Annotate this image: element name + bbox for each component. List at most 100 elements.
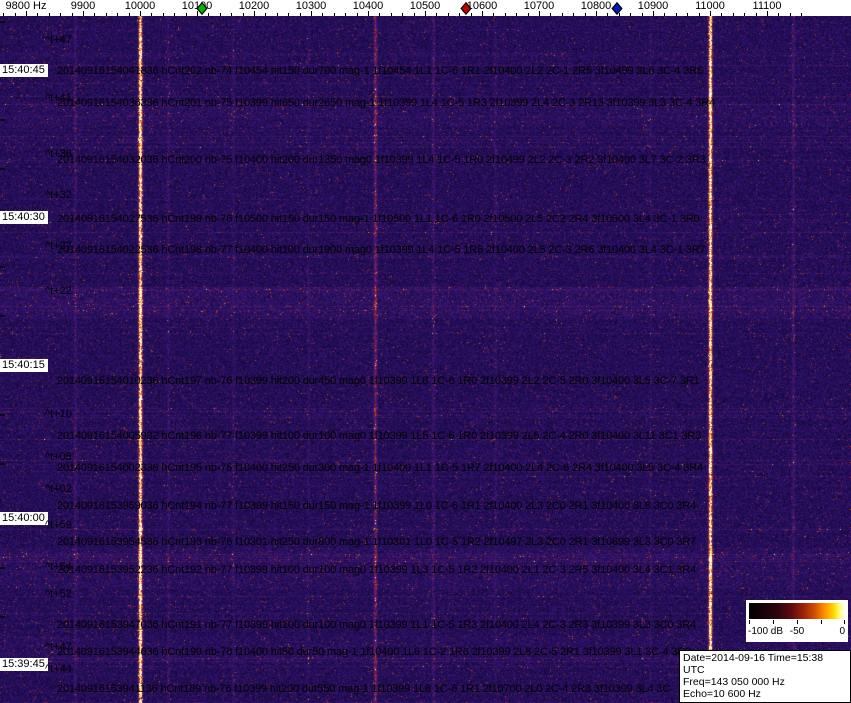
marker-diamond-green-icon[interactable]	[196, 1, 208, 20]
colorbar-tick	[844, 620, 845, 624]
status-info-box: Date=2014-09-16 Time=15:38 UTC Freq=143 …	[679, 650, 851, 703]
freq-tick	[573, 13, 574, 16]
detection-log-line: 20140916154010236 hCnt197 nb-76 f10399 h…	[57, 375, 700, 387]
freq-tick	[699, 13, 700, 16]
time-axis-tick	[0, 315, 5, 317]
event-time-tag: ^t+10	[45, 408, 72, 420]
meteor-echo-spectrogram-window: 15:40:45 15:40:30 15:40:15 15:40:00 15:39:45…	[0, 0, 851, 703]
freq-tick	[436, 13, 437, 16]
info-echo-frequency: Echo=10 600 Hz	[683, 688, 761, 700]
freq-tick	[186, 13, 187, 16]
freq-tick-label: 11100	[752, 0, 782, 12]
time-label: 15:40:00	[0, 512, 48, 525]
freq-tick	[265, 13, 266, 16]
freq-tick	[231, 13, 232, 16]
detection-log-line: 20140916153959036 hCnt194 nb-77 f10399 h…	[57, 500, 697, 512]
detection-log-line: 20140916153954536 hCnt193 nb-76 f10301 h…	[57, 536, 697, 548]
time-axis-tick	[0, 567, 5, 569]
freq-tick	[744, 13, 745, 16]
event-time-tag: ^t+47	[45, 34, 72, 46]
frequency-axis: 9800 Hz 9900 10000 10100 10200 10300 10400 1050…	[0, 0, 851, 16]
freq-tick	[607, 13, 608, 16]
freq-tick	[117, 13, 118, 16]
freq-tick	[49, 13, 50, 16]
freq-tick-label: 10500	[409, 0, 441, 12]
freq-tick	[220, 13, 221, 16]
detection-log-line: 20140916154032036 hCnt200 nb-75 f10400 h…	[57, 154, 706, 166]
event-time-tag: ^t+52	[45, 588, 72, 600]
time-axis-tick	[0, 616, 5, 618]
marker-diamond-blue-icon[interactable]	[611, 1, 623, 20]
freq-tick	[72, 13, 73, 16]
detection-log-line: 20140916153941136 hCnt189 nb-76 f10399 h…	[57, 683, 674, 695]
event-time-tag: ^t+22	[45, 285, 72, 297]
freq-tick	[630, 13, 631, 16]
time-label: 15:39:45	[0, 658, 48, 671]
freq-tick	[106, 13, 107, 16]
event-time-tag: ^t+27	[45, 240, 72, 252]
freq-tick	[721, 13, 722, 16]
freq-tick	[448, 13, 449, 16]
time-axis-tick	[0, 119, 5, 121]
spectrogram-text-overlay: 15:40:45 15:40:30 15:40:15 15:40:00 15:39:45…	[0, 0, 851, 703]
freq-tick-label: 10000	[124, 0, 156, 12]
freq-tick	[37, 13, 38, 16]
freq-tick	[505, 13, 506, 16]
freq-tick	[801, 13, 802, 16]
freq-tick	[129, 13, 130, 16]
freq-tick	[391, 13, 392, 16]
freq-tick	[585, 13, 586, 16]
detection-log-line: 20140916153944636 hCnt190 nb-78 f10400 h…	[57, 646, 692, 658]
freq-tick-label: 9900	[70, 0, 96, 12]
event-time-tag: ^t+59	[45, 519, 72, 531]
freq-tick	[151, 13, 152, 16]
detection-log-line: 20140916153952236 hCnt192 nb-77 f10399 h…	[57, 564, 697, 576]
time-axis-tick	[0, 463, 5, 465]
info-receiver-frequency: Freq=143 050 000 Hz	[683, 676, 785, 688]
info-date-time: Date=2014-09-16 Time=15:38 UTC	[683, 652, 824, 676]
freq-tick-label: 10200	[238, 0, 270, 12]
freq-tick	[163, 13, 164, 16]
freq-tick	[528, 13, 529, 16]
colorbar-min-label: -100 dB	[748, 626, 784, 637]
freq-tick-label: 10700	[523, 0, 555, 12]
freq-tick	[550, 13, 551, 16]
freq-tick	[322, 13, 323, 16]
time-axis-tick	[0, 21, 5, 23]
detection-log-line: 20140916154036336 hCnt201 nb-75 f10399 h…	[57, 97, 715, 109]
freq-tick	[642, 13, 643, 16]
freq-tick	[334, 13, 335, 16]
colorbar-tick	[821, 620, 822, 624]
time-label: 15:40:30	[0, 211, 48, 224]
detection-log-line: 20140916154005932 hCnt196 nb-77 f10399 h…	[57, 430, 702, 442]
time-label: 15:40:45	[0, 64, 48, 77]
freq-tick	[664, 13, 665, 16]
freq-tick	[94, 13, 95, 16]
freq-tick-label: 11000	[695, 0, 725, 12]
freq-tick-label: 10900	[637, 0, 669, 12]
marker-diamond-red-icon[interactable]	[460, 1, 472, 20]
freq-tick-label: 10400	[352, 0, 384, 12]
colorbar-tick	[773, 620, 774, 624]
freq-tick	[414, 13, 415, 16]
freq-tick	[493, 13, 494, 16]
time-axis-tick	[0, 168, 5, 170]
freq-tick	[345, 13, 346, 16]
freq-tick	[3, 13, 4, 16]
colorbar-gradient	[749, 603, 845, 619]
colorbar-tick	[749, 620, 750, 624]
time-axis-tick	[0, 414, 5, 416]
event-time-tag: ^t+36	[45, 148, 72, 160]
colorbar-mid-label: -50	[789, 626, 805, 637]
event-time-tag: ^t+44	[45, 663, 72, 675]
detection-log-line: 20140916154041836 hCnt202 nb-74 f10454 h…	[57, 65, 704, 77]
colorbar-panel: -100 dB -50 0	[746, 600, 848, 642]
freq-tick	[60, 13, 61, 16]
freq-tick	[676, 13, 677, 16]
event-time-tag: ^t+47	[45, 641, 72, 653]
freq-tick	[243, 13, 244, 16]
freq-tick	[778, 13, 779, 16]
detection-log-line: 20140916154002336 hCnt195 nb-75 f10400 h…	[57, 462, 704, 474]
freq-tick	[756, 13, 757, 16]
event-time-tag: ^t+54	[45, 561, 72, 573]
